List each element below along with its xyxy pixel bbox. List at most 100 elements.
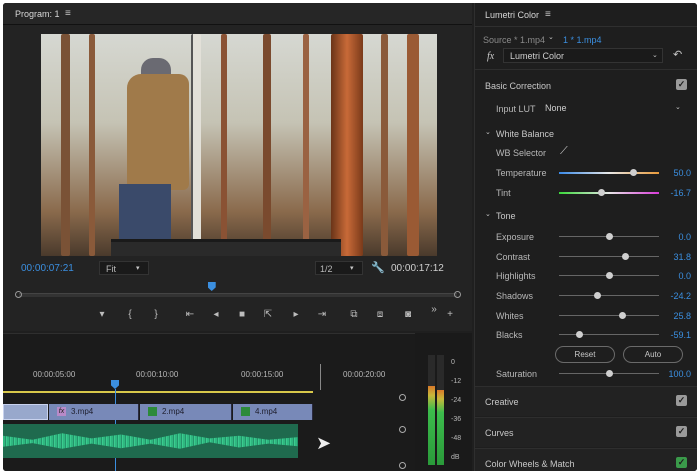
saturation-value[interactable]: 100.0 [661,369,691,379]
slider-label: Exposure [496,232,535,242]
section-label: Creative [485,397,519,407]
hamburger-icon[interactable]: ≡ [545,10,551,20]
stop-icon[interactable]: ■ [235,308,249,322]
lumetri-color-panel: Lumetri Color ≡ Source * 1.mp4 ⌄ 1 * 1.m… [474,3,697,471]
program-header: Program: 1 ≡ [3,3,472,25]
tree-trunk [221,34,227,256]
slider-track[interactable] [559,334,659,335]
cursor-arrow-icon: ➤ [316,433,332,453]
marker-icon[interactable]: ▾ [95,308,109,322]
lift-icon[interactable]: ⇱ [261,308,275,322]
slider-value[interactable]: 0.0 [661,232,691,242]
divider [475,69,697,70]
program-playhead[interactable] [207,282,216,291]
lumetri-header: Lumetri Color ≡ [475,3,697,27]
slider-track[interactable] [559,315,659,316]
sequence-end-marker [320,364,321,390]
chevron-down-icon: ▾ [136,265,140,272]
meter-level-right [437,390,444,465]
mark-out-icon[interactable]: } [149,308,163,322]
go-to-out-icon[interactable]: ⇥ [315,308,329,322]
slider-knob[interactable] [605,233,613,240]
scrub-bar[interactable] [19,293,457,297]
fx-icon[interactable]: fx [487,51,494,62]
slider-knob[interactable] [593,292,601,299]
export-frame-icon[interactable]: ◙ [401,308,415,322]
reset-button[interactable]: Reset [555,346,615,363]
wb-selector-label: WB Selector [496,148,547,158]
eyedropper-icon[interactable]: ⟋ [560,146,568,157]
section-checkbox[interactable]: ✓ [676,395,687,406]
lumetri-section[interactable]: Color Wheels & Match ✓ [475,448,697,471]
slider-knob[interactable] [621,253,629,260]
effect-dropdown[interactable]: Lumetri Color ⌄ [503,48,663,63]
clip-selected[interactable] [3,404,48,420]
slider-value[interactable]: -24.2 [661,291,691,301]
add-icon[interactable]: + [443,308,457,322]
basic-correction-checkbox[interactable]: ✓ [676,79,687,90]
section-checkbox[interactable]: ✓ [676,426,687,437]
chevron-down-icon[interactable]: ⌄ [485,128,491,138]
track-scroll-handle[interactable] [399,426,406,433]
slider-value[interactable]: 31.8 [661,252,691,262]
chevron-down-icon: ⌄ [652,52,658,59]
insert-icon[interactable]: ⧉ [347,308,361,322]
mark-in-icon[interactable]: { [123,308,137,322]
section-checkbox[interactable]: ✓ [676,457,687,468]
timeline-clip[interactable]: fx 3.mp4 [49,404,139,420]
step-back-icon[interactable]: ◂ [209,308,223,322]
input-lut-dropdown[interactable]: None ⌄ [541,101,687,115]
work-area-bar[interactable] [3,391,313,393]
timeline-clip[interactable]: 2.mp4 [140,404,232,420]
white-balance-heading[interactable]: White Balance [496,129,554,139]
more-icon[interactable]: » [427,303,441,317]
current-timecode[interactable]: 00:00:07:21 [21,263,74,274]
lumetri-section[interactable]: Creative ✓ [475,386,697,416]
slider-value[interactable]: -16.7 [661,188,691,198]
zoom-dropdown[interactable]: Fit ▾ [99,261,149,275]
step-forward-icon[interactable]: ▸ [289,308,303,322]
tree-trunk [263,34,271,256]
input-lut-label: Input LUT [496,104,536,114]
sequence-tab[interactable]: 1 * 1.mp4 [563,35,602,45]
slider-value[interactable]: 0.0 [661,271,691,281]
slider-knob[interactable] [629,169,637,176]
clip-badge-icon [241,407,250,416]
basic-correction-heading[interactable]: Basic Correction [485,81,551,91]
hamburger-icon[interactable]: ≡ [65,9,71,19]
lumetri-section[interactable]: Curves ✓ [475,417,697,447]
scrub-end-handle[interactable] [454,291,461,298]
meter-scale-label: -12 [451,378,462,385]
scrub-start-handle[interactable] [15,291,22,298]
source-tab[interactable]: Source * 1.mp4 [483,35,545,45]
slider-track[interactable] [559,172,659,174]
tone-heading[interactable]: Tone [496,211,516,221]
slider-track[interactable] [559,192,659,194]
slider-knob[interactable] [575,331,583,338]
slider-knob[interactable] [618,312,626,319]
auto-button[interactable]: Auto [623,346,683,363]
program-video-frame[interactable] [41,34,437,256]
audio-clip[interactable] [3,424,298,458]
timeline-clip[interactable]: 4.mp4 [233,404,313,420]
slider-value[interactable]: 50.0 [661,168,691,178]
lumetri-title: Lumetri Color [485,10,540,20]
track-scroll-handle[interactable] [399,462,406,469]
slider-knob[interactable] [605,272,613,279]
overwrite-icon[interactable]: ⧈ [373,308,387,322]
saturation-knob[interactable] [605,370,613,377]
go-to-in-icon[interactable]: ⇤ [183,308,197,322]
slider-track[interactable] [559,256,659,257]
chevron-down-icon[interactable]: ⌄ [548,33,554,43]
reset-effect-icon[interactable]: ↶ [673,50,682,61]
slider-knob[interactable] [597,189,605,196]
slider-track[interactable] [559,295,659,296]
chevron-down-icon[interactable]: ⌄ [485,210,491,220]
wrench-icon[interactable]: 🔧 [371,263,385,274]
timeline-playhead[interactable] [111,380,119,389]
track-scroll-handle[interactable] [399,394,406,401]
resolution-dropdown[interactable]: 1/2 ▾ [315,261,363,275]
slider-value[interactable]: -59.1 [661,330,691,340]
slider-value[interactable]: 25.8 [661,311,691,321]
tree-trunk [89,34,95,256]
